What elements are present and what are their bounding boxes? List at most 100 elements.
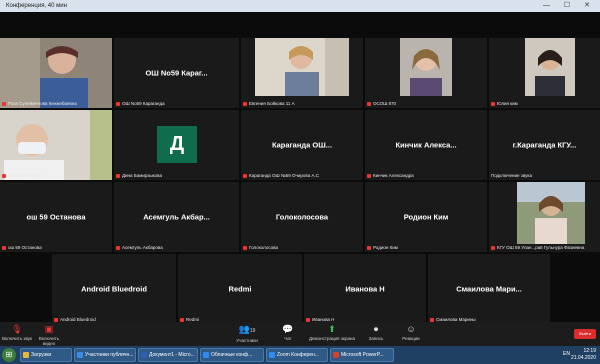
powerpoint-icon bbox=[333, 352, 339, 358]
muted-mic-icon bbox=[116, 101, 120, 106]
video-tile[interactable]: ОСОШ 870 bbox=[365, 38, 487, 108]
reactions-icon: ☺ bbox=[406, 324, 416, 334]
video-off-icon: ▣ bbox=[44, 324, 54, 334]
video-tile[interactable]: Android Bluedroid Android Bluedroid bbox=[52, 254, 176, 324]
muted-mic-icon bbox=[367, 245, 371, 250]
muted-mic-icon bbox=[430, 317, 434, 322]
meeting-toolbar: 🎙 Включить звук ▣ Включить видео 👥19 Уча… bbox=[0, 322, 600, 346]
share-screen-button[interactable]: ⬆ Демонстрация экрана bbox=[306, 324, 358, 341]
participant-name: г.Караганда КГУ... bbox=[512, 140, 577, 150]
record-button[interactable]: ⏺ Запись bbox=[362, 324, 390, 341]
video-tile[interactable]: Юлия ким bbox=[489, 38, 600, 108]
share-screen-icon: ⬆ bbox=[328, 324, 336, 334]
chat-button[interactable]: 💬 Чат bbox=[276, 324, 300, 341]
participant-name-label: Светлана Гирко bbox=[2, 173, 41, 178]
participant-name-label: Подключение звука bbox=[491, 173, 532, 178]
video-tile[interactable]: Д Дина Бамирзыкова bbox=[114, 110, 239, 180]
video-tile[interactable]: Голоколосова Голоколосова bbox=[241, 182, 363, 252]
participant-name: Голоколосова bbox=[275, 212, 329, 222]
zoom-icon bbox=[203, 352, 209, 358]
video-tile[interactable]: Кинчик Алекса... Кинчик Александра bbox=[365, 110, 487, 180]
muted-mic-icon bbox=[491, 101, 495, 106]
record-icon: ⏺ bbox=[373, 324, 379, 334]
taskbar-item[interactable]: Облачные конф... bbox=[200, 348, 264, 362]
video-tile[interactable]: ОШ No59 Караг... ОШ No59 Караганда bbox=[114, 38, 239, 108]
muted-mic-icon bbox=[367, 101, 371, 106]
taskbar-item[interactable]: Документ1 - Micro... bbox=[138, 348, 198, 362]
muted-mic-icon bbox=[491, 245, 495, 250]
muted-mic-icon bbox=[2, 173, 6, 178]
system-clock[interactable]: 12:19 21.04.2020 bbox=[571, 348, 596, 362]
reactions-button[interactable]: ☺ Реакции bbox=[396, 324, 426, 341]
participant-name: Асемгуль Акбар... bbox=[143, 212, 210, 222]
folder-icon bbox=[23, 352, 29, 358]
participant-avatar: Д bbox=[157, 126, 197, 163]
participant-name-label: Евгения Бойкова 11 А bbox=[243, 101, 295, 106]
taskbar-item[interactable]: Загрузки bbox=[20, 348, 72, 362]
participant-name-label: ош 59 Останова bbox=[2, 245, 42, 250]
participant-name: Родион Ким bbox=[403, 212, 449, 222]
muted-mic-icon bbox=[243, 245, 247, 250]
taskbar-item[interactable]: Участники публичн... bbox=[74, 348, 136, 362]
video-tile[interactable]: Смаилова Мари... Смаилова Марины bbox=[428, 254, 550, 324]
participants-icon: 👥19 bbox=[238, 324, 256, 334]
muted-mic-icon bbox=[2, 245, 6, 250]
participant-name-label: Родион Ким bbox=[367, 245, 398, 250]
participant-name: Redmi bbox=[228, 284, 252, 294]
video-tile[interactable]: Евгения Бойкова 11 А bbox=[241, 38, 363, 108]
video-tile-active-speaker[interactable]: Светлана Гирко bbox=[0, 110, 112, 180]
participant-name: Иванова Н bbox=[345, 284, 385, 294]
participant-name-label: Дина Бамирзыкова bbox=[116, 173, 162, 178]
video-tile[interactable]: КГУ ОШ 59 Улан...рав Гульнура Фазиевна bbox=[489, 182, 600, 252]
participant-name: Кинчик Алекса... bbox=[395, 140, 457, 150]
taskbar-item[interactable]: Microsoft PowerP... bbox=[330, 348, 394, 362]
muted-mic-icon bbox=[243, 173, 247, 178]
muted-mic-icon bbox=[243, 101, 247, 106]
participant-name-label: Кинчик Александра bbox=[367, 173, 414, 178]
participant-photo bbox=[517, 182, 585, 244]
participants-count: 19 bbox=[249, 328, 256, 334]
muted-mic-icon bbox=[306, 317, 310, 322]
participant-name: Смаилова Мари... bbox=[456, 284, 522, 294]
participant-name-label: Голоколосова bbox=[243, 245, 278, 250]
participant-photo bbox=[255, 38, 349, 96]
video-tile[interactable]: Родион Ким Родион Ким bbox=[365, 182, 487, 252]
start-video-button[interactable]: ▣ Включить видео bbox=[34, 324, 64, 346]
zoom-icon bbox=[269, 352, 275, 358]
unmute-button[interactable]: 🎙 Включить звук bbox=[2, 324, 32, 341]
muted-mic-icon bbox=[180, 317, 184, 322]
participant-name: Android Bluedroid bbox=[81, 284, 147, 294]
leave-meeting-button[interactable]: Выйти bbox=[574, 329, 596, 339]
language-indicator[interactable]: EN bbox=[563, 351, 570, 357]
participant-name: ОШ No59 Караг... bbox=[145, 68, 208, 78]
participant-name-label: ОШ No59 Караганда bbox=[116, 101, 165, 106]
start-button[interactable]: ⊞ bbox=[2, 348, 16, 362]
participants-button[interactable]: 👥19 Участники bbox=[232, 324, 262, 343]
video-tile[interactable]: Redmi Redmi bbox=[178, 254, 302, 324]
participant-name: Караганда ОШ... bbox=[271, 140, 333, 150]
participant-name-label: КГУ ОШ 59 Улан...рав Гульнура Фазиевна bbox=[491, 245, 584, 250]
muted-mic-icon bbox=[116, 245, 120, 250]
window-controls[interactable]: — ☐ ✕ bbox=[543, 0, 596, 12]
muted-mic-icon bbox=[367, 173, 371, 178]
muted-mic-icon bbox=[116, 173, 120, 178]
participant-name-label: Юлия ким bbox=[491, 101, 518, 106]
video-tile[interactable]: ош 59 Останова ош 59 Останова bbox=[0, 182, 112, 252]
microphone-muted-icon: 🎙 bbox=[11, 324, 23, 334]
muted-mic-icon bbox=[2, 101, 6, 106]
participant-name-label: Асемгуль Акбарова bbox=[116, 245, 163, 250]
video-tile[interactable]: г.Караганда КГУ... Подключение звука bbox=[489, 110, 600, 180]
chat-icon: 💬 bbox=[282, 324, 294, 334]
video-tile[interactable]: Роза Сулейменова Кенжебаевна bbox=[0, 38, 112, 108]
participant-name-label: ОСОШ 870 bbox=[367, 101, 396, 106]
video-tile[interactable]: Иванова Н Иванова Н bbox=[304, 254, 426, 324]
participant-name-label: Караганда ОШ №59 Очирова А.С bbox=[243, 173, 319, 178]
participant-photo bbox=[0, 38, 112, 108]
browser-icon bbox=[77, 352, 83, 358]
video-tile[interactable]: Караганда ОШ... Караганда ОШ №59 Очирова… bbox=[241, 110, 363, 180]
window-title: Конференция, 40 мин bbox=[6, 3, 67, 9]
video-tile[interactable]: Асемгуль Акбар... Асемгуль Акбарова bbox=[114, 182, 239, 252]
participant-photo bbox=[400, 38, 452, 96]
taskbar-item[interactable]: Zoom Конферен... bbox=[266, 348, 328, 362]
word-icon bbox=[141, 352, 147, 358]
